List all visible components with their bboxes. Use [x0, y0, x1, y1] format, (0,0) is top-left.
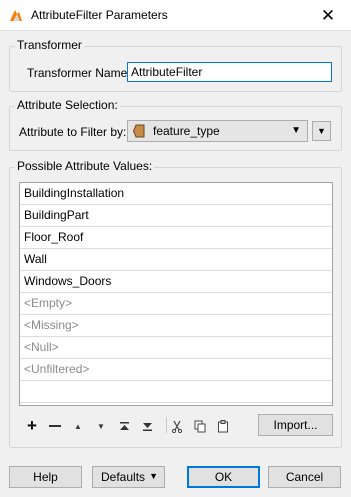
window-title: AttributeFilter Parameters [31, 8, 168, 22]
values-list[interactable]: BuildingInstallation BuildingPart Floor_Ro… [19, 182, 333, 406]
import-button[interactable]: Import... [258, 414, 333, 436]
chevron-down-icon: ▼ [291, 125, 301, 136]
close-button[interactable]: ✕ [305, 0, 351, 31]
move-up-icon[interactable]: ▲ [71, 419, 85, 433]
transformer-group: Transformer Transformer Name: AttributeF… [9, 38, 342, 92]
attribute-filter-dropdown[interactable]: feature_type ▼ [127, 120, 308, 142]
attribute-filter-label: Attribute to Filter by: [19, 125, 127, 139]
copy-icon[interactable] [193, 419, 207, 433]
list-item[interactable]: <Null> [20, 337, 332, 359]
list-item-empty[interactable] [20, 381, 332, 403]
attribute-filter-value: feature_type [153, 124, 220, 138]
transformer-name-input[interactable]: AttributeFilter [127, 62, 332, 82]
move-to-bottom-icon[interactable] [140, 419, 154, 433]
move-down-icon[interactable]: ▼ [94, 419, 108, 433]
attribute-selection-group-title: Attribute Selection: [15, 98, 120, 112]
move-to-top-icon[interactable] [117, 419, 131, 433]
ok-button[interactable]: OK [187, 466, 260, 488]
remove-icon[interactable] [48, 419, 62, 433]
list-item[interactable]: Windows_Doors [20, 271, 332, 293]
possible-values-group-title: Possible Attribute Values: [15, 159, 155, 173]
list-item[interactable]: <Missing> [20, 315, 332, 337]
possible-values-group: Possible Attribute Values: BuildingInsta… [9, 159, 342, 448]
title-bar: AttributeFilter Parameters ✕ [0, 0, 351, 31]
list-item[interactable]: Floor_Roof [20, 227, 332, 249]
paste-icon[interactable] [216, 419, 230, 433]
list-item[interactable]: Wall [20, 249, 332, 271]
add-icon[interactable]: + [25, 416, 39, 435]
list-item[interactable]: BuildingPart [20, 205, 332, 227]
transformer-name-label: Transformer Name: [27, 66, 131, 80]
list-item[interactable]: <Empty> [20, 293, 332, 315]
defaults-button[interactable]: Defaults ▼ [92, 466, 165, 488]
list-item[interactable]: <Unfiltered> [20, 359, 332, 381]
transformer-group-title: Transformer [15, 38, 84, 52]
attribute-tag-icon [133, 124, 145, 138]
chevron-down-icon: ▼ [317, 126, 326, 136]
close-icon: ✕ [320, 5, 336, 25]
chevron-down-icon: ▼ [149, 471, 158, 481]
defaults-button-label: Defaults [101, 470, 146, 484]
toolbar-separator [166, 417, 167, 433]
help-button[interactable]: Help [9, 466, 82, 488]
cancel-button[interactable]: Cancel [268, 466, 341, 488]
fme-app-icon [10, 10, 22, 21]
cut-icon[interactable] [170, 419, 184, 433]
attribute-selection-group: Attribute Selection: Attribute to Filter… [9, 98, 342, 151]
attribute-menu-button[interactable]: ▼ [312, 121, 331, 141]
list-item[interactable]: BuildingInstallation [20, 183, 332, 205]
